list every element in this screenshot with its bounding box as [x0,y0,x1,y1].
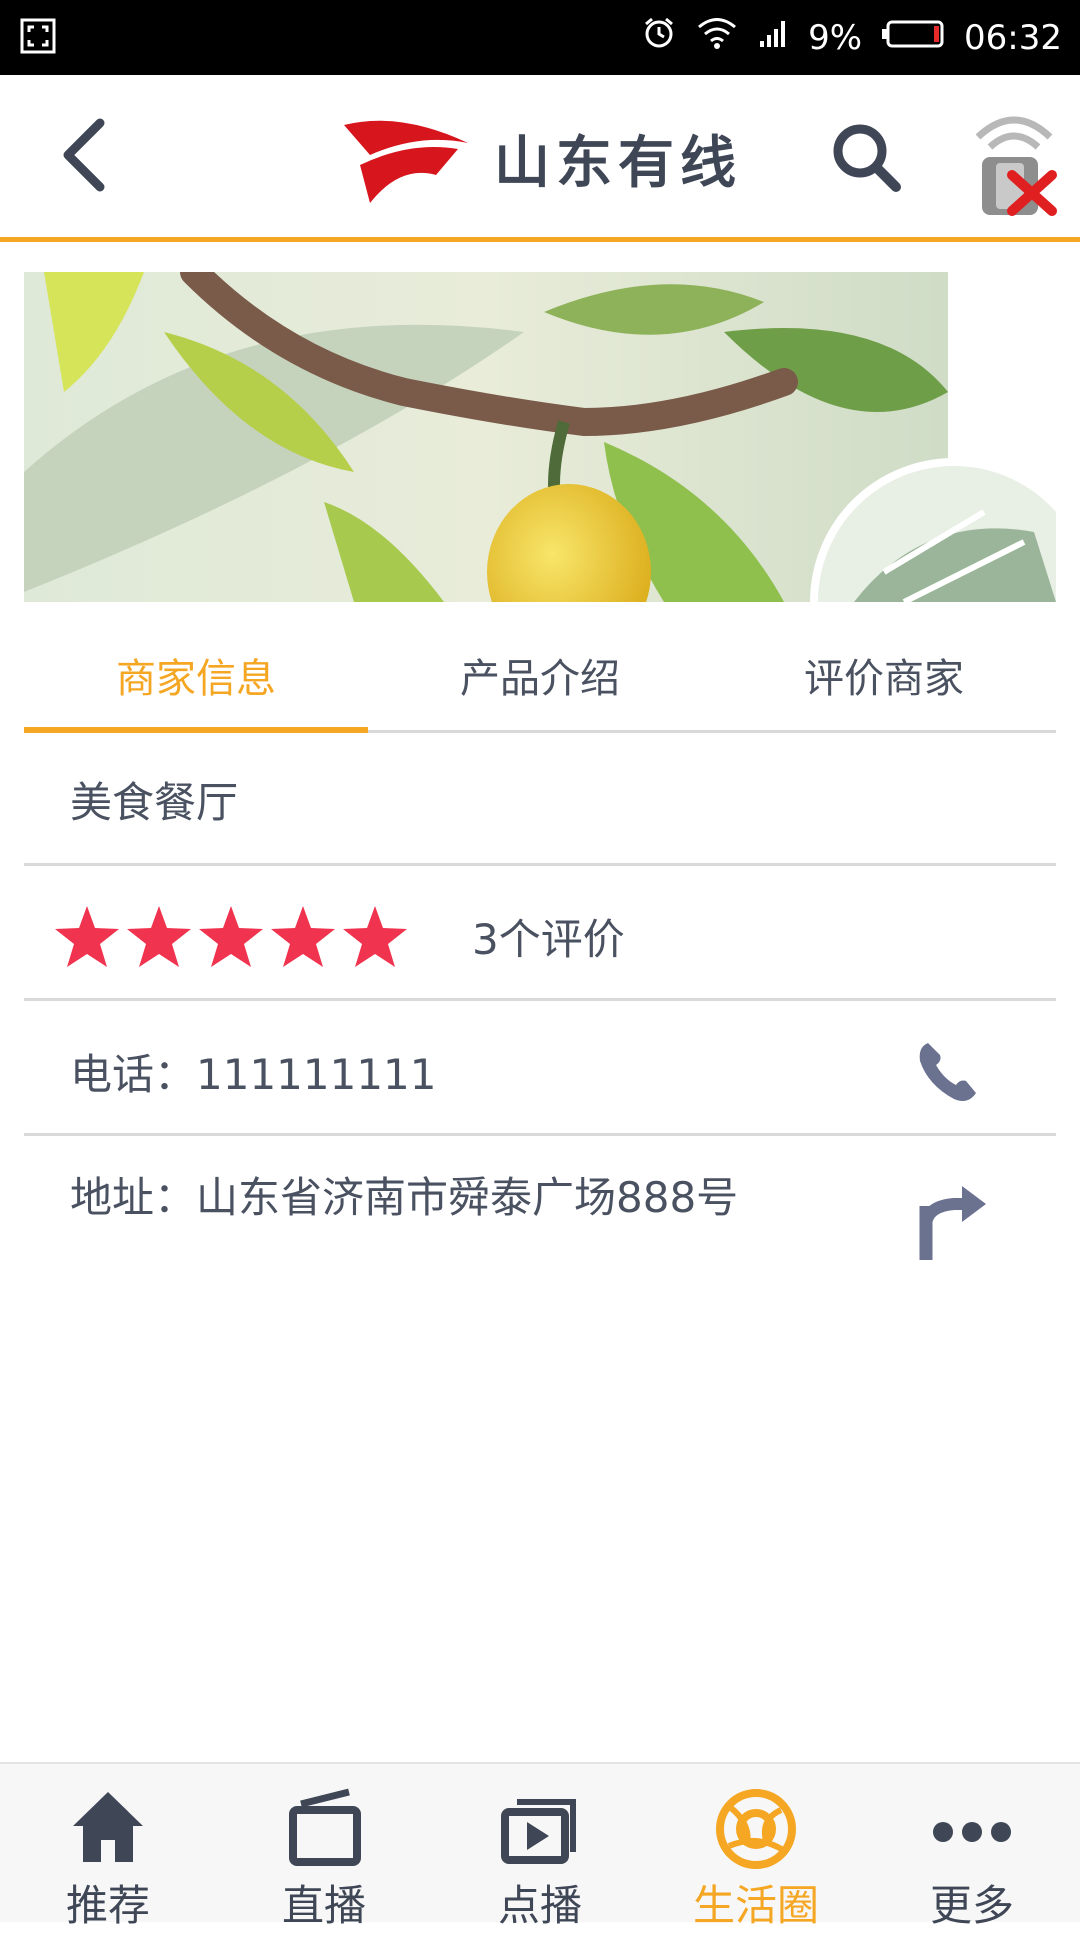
phone-icon [919,1043,976,1101]
address: 地址：山东省济南市舜泰广场888号 [70,1173,739,1222]
star-icon [127,906,191,967]
tv-icon [289,1788,361,1866]
review-count: 3个评价 [472,915,625,964]
nav-item-vod[interactable]: 点播 [432,1764,648,1930]
rating-row: 3个评价 [24,866,1056,1001]
play-icon [501,1799,576,1864]
tab-merchant-info[interactable]: 商家信息 [24,620,368,733]
search-icon [833,124,901,192]
life-circle-icon [716,1789,796,1869]
merchant-tabs: 商家信息 产品介绍 评价商家 [24,620,1056,733]
phone-number: 电话：111111111 [70,1050,437,1099]
merchant-banner-image [24,272,1056,602]
clock-time: 06:32 [964,17,1062,58]
battery-icon [882,18,944,58]
wifi-icon [696,16,738,59]
merchant-category: 美食餐厅 [70,778,239,827]
merchant-category-row: 美食餐厅 [24,733,1056,866]
signal-icon [758,18,788,58]
alarm-icon [642,16,676,59]
star-icon [199,906,263,967]
battery-percent: 9% [808,17,863,58]
nav-label: 直播 [281,1881,366,1930]
remote-disconnected-icon [975,116,1057,216]
logo-text: 山东有线 [494,130,742,196]
nav-label: 生活圈 [692,1881,819,1930]
nav-label: 更多 [929,1881,1014,1930]
bottom-nav: 推荐 直播 点播 生活圈 更多 [0,1762,1080,1930]
app-header: 山东有线 [0,75,1080,242]
home-icon [73,1792,143,1862]
nav-item-life-circle[interactable]: 生活圈 [648,1764,864,1930]
call-button[interactable] [914,1037,984,1107]
nav-item-live[interactable]: 直播 [216,1764,432,1930]
tab-product-intro[interactable]: 产品介绍 [368,620,712,730]
nav-label: 点播 [497,1881,582,1930]
app-logo: 山东有线 [340,113,750,203]
rating-stars [52,904,410,970]
navigate-button[interactable] [914,1182,988,1262]
search-button[interactable] [826,117,906,197]
nav-label: 推荐 [65,1881,150,1930]
tab-rate-merchant[interactable]: 评价商家 [712,620,1056,730]
status-bar: 9% 06:32 [0,0,1080,75]
remote-control-button[interactable] [968,107,1060,217]
chevron-left-icon [63,118,105,192]
logo-mark-icon [344,120,468,203]
back-button[interactable] [50,115,120,195]
address-row: 地址：山东省济南市舜泰广场888号 [24,1136,1056,1276]
route-arrow-icon [919,1186,986,1260]
more-icon [933,1822,1011,1842]
star-icon [55,906,119,967]
nav-item-more[interactable]: 更多 [864,1764,1080,1930]
nav-item-recommend[interactable]: 推荐 [0,1764,216,1930]
screenshot-icon [20,18,56,58]
star-icon [343,906,407,967]
star-icon [271,906,335,967]
phone-row: 电话：111111111 [24,1001,1056,1136]
